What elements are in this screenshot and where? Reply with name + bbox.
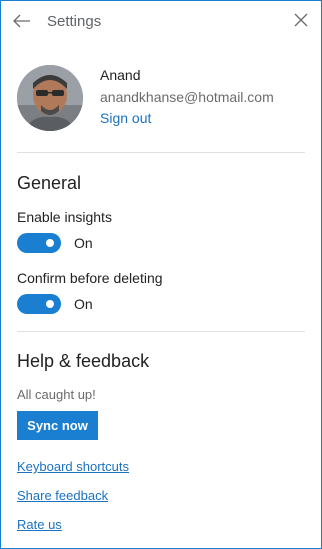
sync-status: All caught up!	[17, 387, 96, 402]
general-heading: General	[17, 173, 82, 193]
confirm-delete-label: Confirm before deleting	[17, 270, 163, 286]
share-feedback-link[interactable]: Share feedback	[17, 488, 108, 503]
user-name: Anand	[100, 67, 141, 83]
settings-panel: Settings Anand anandkhanse@hotmail.com S…	[0, 0, 322, 549]
back-button[interactable]	[11, 9, 33, 33]
page-title: Settings	[47, 13, 102, 30]
user-photo	[17, 65, 83, 131]
sign-out-link[interactable]: Sign out	[100, 110, 151, 126]
divider	[17, 152, 305, 153]
arrow-left-icon	[13, 14, 30, 28]
enable-insights-label: Enable insights	[17, 209, 112, 225]
help-feedback-heading: Help & feedback	[17, 351, 150, 371]
sync-now-button[interactable]: Sync now	[17, 411, 98, 440]
enable-insights-state: On	[74, 235, 93, 251]
close-button[interactable]	[293, 12, 309, 28]
close-icon	[294, 13, 308, 27]
confirm-delete-toggle[interactable]	[17, 294, 61, 314]
toggle-knob	[46, 239, 54, 247]
keyboard-shortcuts-link[interactable]: Keyboard shortcuts	[17, 459, 129, 474]
avatar	[17, 65, 83, 131]
rate-us-link[interactable]: Rate us	[17, 517, 62, 532]
divider	[17, 331, 305, 332]
title-bar: Settings	[1, 1, 321, 43]
enable-insights-toggle[interactable]	[17, 233, 61, 253]
toggle-knob	[46, 300, 54, 308]
user-email: anandkhanse@hotmail.com	[100, 89, 274, 105]
confirm-delete-state: On	[74, 296, 93, 312]
account-section: Anand anandkhanse@hotmail.com Sign out	[17, 63, 307, 133]
